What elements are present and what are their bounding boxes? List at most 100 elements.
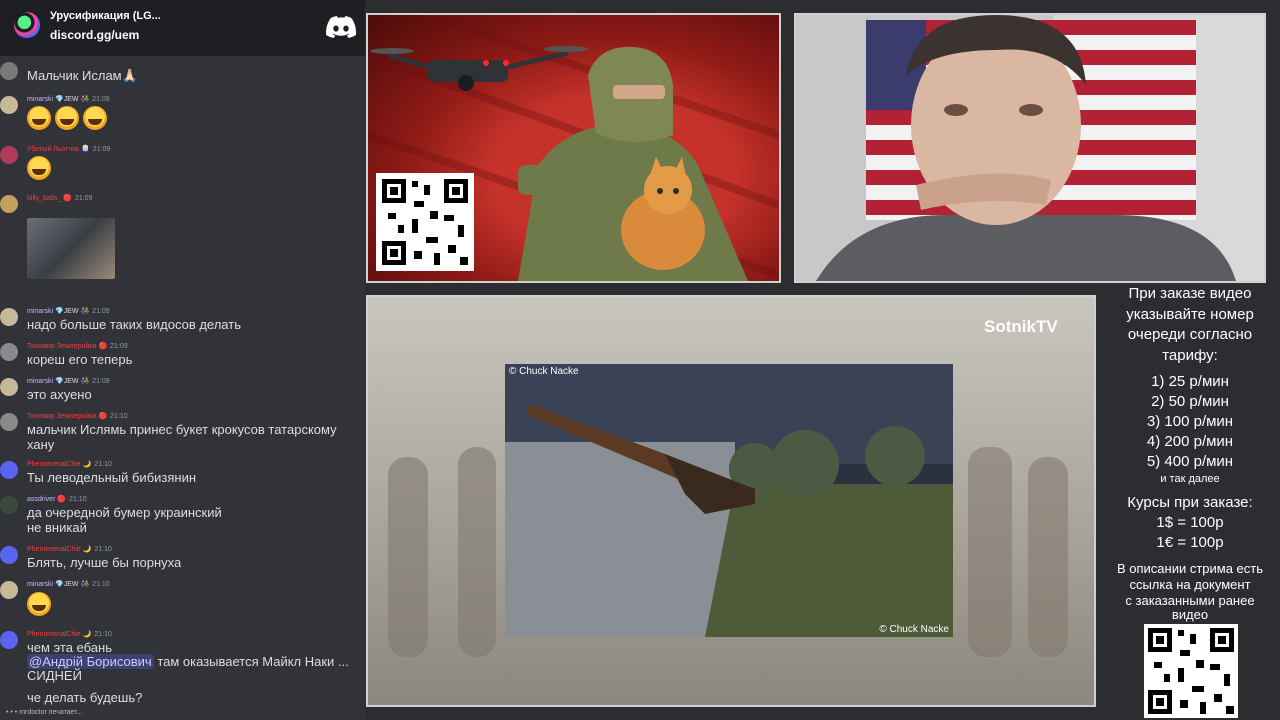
rate-item: 1$ = 100р — [1156, 514, 1224, 531]
info-line: видео — [1171, 607, 1209, 622]
timestamp: 21:09 — [74, 195, 93, 202]
order-instructions: При заказе видео указывайте номер очеред… — [1100, 284, 1280, 366]
chat-header: Урусификация (LG... discord.gg/uem — [0, 0, 365, 56]
message-text: чем эта ебань — [27, 640, 112, 655]
server-icon[interactable] — [14, 12, 40, 38]
laughing-emoji-icon — [27, 156, 51, 180]
server-invite-link[interactable]: discord.gg/uem — [50, 28, 139, 42]
username[interactable]: minarski — [27, 581, 53, 588]
user-badges: 🔴 — [98, 343, 108, 350]
avatar[interactable] — [0, 308, 18, 326]
user-badges: 🔴 — [63, 195, 72, 202]
typing-text: mrdoctor печатает... — [19, 709, 83, 716]
message-text: Ты леводельный бибизянин — [27, 470, 197, 485]
username[interactable]: PhenomenalChie — [27, 631, 81, 638]
timestamp: 21:10 — [92, 581, 110, 588]
info-line: тарифу: — [1162, 346, 1218, 364]
timestamp: 21:09 — [110, 343, 128, 350]
user-badges: 👩🏻‍🦳 — [81, 146, 90, 153]
avatar[interactable] — [0, 96, 18, 114]
timestamp: 21:10 — [94, 631, 112, 638]
tariff-list: 1) 25 р/мин 2) 50 р/мин 3) 100 р/мин 4) … — [1100, 372, 1280, 486]
server-name: Урусификация (LG... — [50, 10, 161, 22]
message-text: да очередной бумер украинский не вникай — [27, 505, 222, 535]
timestamp: 21:10 — [110, 413, 128, 420]
main-video-panel: SotnikTV © Chuck Nacke © Chuck Nacke — [366, 295, 1096, 707]
timestamp: 21:09 — [92, 146, 111, 153]
user-mention[interactable]: @Андрій Борисович — [27, 654, 154, 669]
timestamp: 21:10 — [94, 461, 112, 468]
user-badges: 🔴 — [57, 496, 67, 503]
user-badges: 🌙 — [82, 461, 92, 468]
user-badges: 💎JEW 👫 — [55, 308, 90, 315]
username[interactable]: Тихомир Землеройка — [27, 343, 96, 350]
laughing-emoji-icon — [83, 106, 107, 130]
avatar[interactable] — [0, 62, 18, 80]
avatar[interactable] — [0, 581, 18, 599]
message-text: это ахуено — [27, 387, 92, 402]
inner-video-frame[interactable]: © Chuck Nacke © Chuck Nacke — [505, 364, 953, 637]
username[interactable]: minarski — [27, 96, 53, 103]
message-text: надо больше таких видосов делать — [27, 317, 241, 332]
rate-item: 1€ = 100р — [1156, 534, 1224, 551]
timestamp: 21:09 — [92, 378, 110, 385]
username[interactable]: minarski — [27, 378, 53, 385]
avatar[interactable] — [0, 195, 18, 213]
qr-code-icon — [1144, 624, 1238, 718]
typing-dots-icon: • • • — [6, 709, 18, 716]
discord-logo-icon — [326, 16, 356, 38]
info-line: указывайте номер — [1126, 305, 1254, 323]
typing-indicator: • • • mrdoctor печатает... — [6, 709, 83, 716]
timestamp: 21:09 — [92, 96, 110, 103]
avatar[interactable] — [0, 343, 18, 361]
order-info-column: При заказе видео указывайте номер очеред… — [1100, 284, 1280, 622]
timestamp: 21:10 — [69, 496, 87, 503]
photo-credit-bottom: © Chuck Nacke — [879, 624, 949, 635]
user-badges: 🌙 — [82, 631, 92, 638]
channel-watermark: SotnikTV — [984, 317, 1058, 336]
emoji-row — [27, 106, 111, 133]
message-text: кореш его теперь — [27, 352, 133, 367]
laughing-emoji-icon — [55, 106, 79, 130]
avatar[interactable] — [0, 631, 18, 649]
photo-credit-top: © Chuck Nacke — [509, 366, 579, 377]
avatar[interactable] — [0, 146, 18, 164]
username[interactable]: Убитый Льотчик — [27, 146, 79, 153]
message-text: там оказывается Майкл Наки ... — [157, 654, 349, 669]
user-badges: 🌙 — [82, 546, 92, 553]
attached-image[interactable] — [27, 218, 115, 279]
laughing-emoji-icon — [27, 106, 51, 130]
info-line: В описании стрима есть — [1116, 561, 1264, 576]
chat-panel: Урусификация (LG... discord.gg/uem Мальч… — [0, 0, 365, 720]
username[interactable]: minarski — [27, 308, 53, 315]
timestamp: 21:10 — [94, 546, 112, 553]
message-text: СИДНЕЙ — [27, 668, 82, 683]
emoji-row — [27, 592, 55, 619]
tariff-item: 5) 400 р/мин — [1146, 453, 1234, 470]
avatar[interactable] — [0, 378, 18, 396]
user-badges: 💎JEW 👫 — [55, 96, 90, 103]
info-line: При заказе видео — [1128, 285, 1252, 302]
user-badges: 🔴 — [98, 413, 108, 420]
avatar[interactable] — [0, 413, 18, 431]
username[interactable]: assdriver — [27, 496, 55, 503]
avatar[interactable] — [0, 546, 18, 564]
username[interactable]: Тихомир Землеройка — [27, 413, 96, 420]
tariff-item: 2) 50 р/мин — [1151, 393, 1229, 410]
webcam-panel — [794, 13, 1266, 283]
message-text: Мальчик Ислам🙏🏻 — [27, 68, 138, 83]
user-badges: 💎JEW 👫 — [55, 581, 90, 588]
webcam-feed — [816, 15, 1236, 281]
message-reply-line: @Андрій Борисович там оказывается Майкл … — [27, 654, 349, 669]
description-note: В описании стрима есть ссылка на докумен… — [1100, 561, 1280, 622]
username[interactable]: PhenomenalChie — [27, 546, 81, 553]
username[interactable]: PhenomenalChie — [27, 461, 81, 468]
avatar[interactable] — [0, 461, 18, 479]
tariff-item: 1) 25 р/мин — [1151, 373, 1229, 390]
username[interactable]: billy_balls_ — [27, 195, 61, 202]
rates-title: Курсы при заказе: — [1127, 494, 1253, 511]
avatar[interactable] — [0, 496, 18, 514]
user-badges: 💎JEW 👫 — [55, 378, 90, 385]
message-text: Блять, лучше бы порнуха — [27, 555, 182, 570]
laughing-emoji-icon — [27, 592, 51, 616]
